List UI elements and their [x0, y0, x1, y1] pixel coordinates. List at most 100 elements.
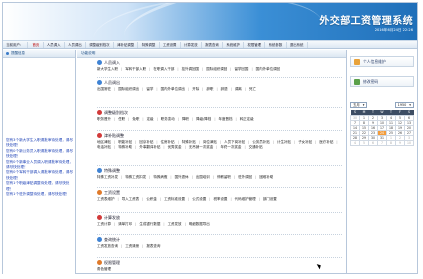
section-title[interactable]: 调整级别档次 — [97, 110, 343, 115]
function-link[interactable]: 降级/降档 — [196, 117, 215, 122]
nav-item-allowance[interactable]: 津补贴调整 — [114, 41, 139, 48]
function-link[interactable]: 角色管理 — [97, 267, 114, 272]
function-link[interactable]: 报表查询 — [146, 244, 163, 249]
function-link[interactable]: 军转干部入职 — [125, 67, 150, 72]
nav-item-grade-adjust[interactable]: 调整级别档次 — [86, 41, 114, 48]
function-link[interactable]: 定级 — [147, 117, 158, 122]
function-link[interactable]: 职务晋升 — [97, 117, 115, 122]
function-link[interactable]: 出国常驻 — [97, 87, 115, 92]
reminder-item[interactable]: 您有0个新公务员入职请批审待处理，请尽快处理！ — [6, 149, 74, 160]
nav-item-wage-settings[interactable]: 工资设置 — [160, 41, 181, 48]
change-password-button[interactable]: 修改密码 — [350, 76, 414, 87]
nav-item-permissions[interactable]: 权限管理 — [244, 41, 266, 48]
function-link[interactable]: 工资标准设置 — [164, 197, 189, 202]
function-link[interactable]: 子女补贴 — [298, 140, 316, 145]
section-title-text: 工资设置 — [104, 189, 120, 195]
function-link[interactable]: 生成银行数据 — [139, 222, 164, 227]
calendar-day[interactable]: 9 — [395, 139, 405, 146]
function-link[interactable]: 交通补贴 — [249, 145, 266, 150]
year-select[interactable]: 1950 ▾ — [394, 102, 414, 108]
function-link[interactable]: 导入工资表 — [122, 197, 144, 202]
function-link[interactable]: 优秀奖金 — [168, 145, 186, 150]
function-link[interactable]: 外事翻译补贴 — [139, 145, 164, 150]
function-link[interactable]: 年终一次奖金 — [220, 145, 245, 150]
function-link[interactable]: 驻外调回 — [238, 175, 256, 180]
function-link[interactable]: 困难补助 — [259, 175, 276, 180]
reminder-item[interactable]: 您有1个驻外调整待处理，请尽快处理！ — [6, 192, 74, 197]
function-link[interactable]: 停薪留职 — [217, 175, 235, 180]
function-link[interactable]: 代码维护管理 — [235, 197, 260, 202]
function-link[interactable]: 电话补贴 — [97, 145, 115, 150]
function-link[interactable]: 税率设置 — [213, 197, 231, 202]
nav-item-reports[interactable]: 报表查询 — [202, 41, 224, 48]
profile-button[interactable]: 个人信息维护 — [350, 56, 414, 67]
function-link[interactable]: 部门设置 — [263, 197, 280, 202]
function-link[interactable]: 新大学生入职 — [97, 67, 122, 72]
function-link[interactable]: 国际组织调出 — [118, 87, 143, 92]
function-link[interactable]: 年度晋档 — [219, 117, 237, 122]
function-link[interactable]: 特殊补助 — [118, 145, 136, 150]
function-link[interactable]: 出国培训 — [196, 175, 214, 180]
nav-item-transfer-in[interactable]: 人员调入 — [44, 41, 65, 48]
function-link[interactable]: 死亡 — [249, 87, 259, 92]
function-link[interactable]: 留学回国 — [234, 67, 252, 72]
nav-item-logout[interactable]: 退出系统 — [287, 41, 308, 48]
reminder-item[interactable]: 您有0个军转干部调入请批审待处理，请尽快处理！ — [6, 170, 74, 181]
calendar-day[interactable]: 4 — [350, 139, 360, 146]
function-link[interactable]: 公式设置 — [192, 197, 210, 202]
function-link[interactable]: 挂外调回国 — [182, 67, 204, 72]
section-title[interactable]: 工资设置 — [97, 190, 343, 195]
calendar-day[interactable]: 10 — [404, 139, 414, 146]
function-link[interactable]: 特殊病假 — [153, 175, 171, 180]
section-title[interactable]: 人员调入 — [97, 60, 343, 65]
function-link[interactable]: 工资发放查询 — [97, 244, 122, 249]
calendar-day[interactable]: 8 — [386, 139, 396, 146]
nav-item-special[interactable]: 特殊调整 — [138, 41, 160, 48]
function-link[interactable]: 计生补贴 — [277, 140, 295, 145]
function-link[interactable]: 特殊工资补发 — [97, 175, 122, 180]
function-link[interactable]: 公积金 — [146, 197, 161, 202]
function-link[interactable]: 工资清册 — [125, 244, 143, 249]
function-link[interactable]: 职务变动 — [161, 117, 179, 122]
nav-item-payout[interactable]: 计算发放 — [181, 41, 202, 48]
reminder-item[interactable]: 您有0个新事业人员调入职请批审待处理，请尽快处理！ — [6, 160, 74, 171]
function-link[interactable]: 特殊工资扣发 — [125, 175, 150, 180]
function-link[interactable]: 国际组织调回 — [206, 67, 231, 72]
month-select[interactable]: 五月 ▾ — [350, 102, 368, 108]
function-link[interactable]: 明细数据导出 — [189, 222, 213, 227]
function-link[interactable]: 工资发放 — [168, 222, 186, 227]
function-link[interactable]: 辞职 — [206, 87, 217, 92]
section-title[interactable]: 查询统计 — [97, 237, 343, 242]
function-link[interactable]: 辞退 — [221, 87, 232, 92]
nav-item-transfer-out[interactable]: 人员调出 — [65, 41, 86, 48]
function-link[interactable]: 留学 — [146, 87, 157, 92]
calendar-day[interactable]: 5 — [359, 139, 369, 146]
function-link[interactable]: 工资计算 — [97, 222, 115, 227]
section-title[interactable]: 特殊调整 — [97, 168, 343, 173]
function-link[interactable]: 调离 — [235, 87, 246, 92]
calendar-day[interactable]: 7 — [377, 139, 387, 146]
function-link[interactable]: 任职 — [118, 117, 129, 122]
function-link[interactable]: 工资表维护 — [97, 197, 119, 202]
calendar-day[interactable]: 6 — [368, 139, 378, 146]
function-link[interactable]: 国内外单位调回 — [256, 67, 284, 72]
function-link[interactable]: 医疗补贴 — [319, 140, 337, 145]
nav-item-maintenance[interactable]: 系统维护 — [223, 41, 245, 48]
function-link[interactable]: 免职 — [132, 117, 143, 122]
function-link[interactable]: 国外退休 — [175, 175, 193, 180]
section-title[interactable]: 权限管理 — [97, 260, 343, 265]
function-link[interactable]: 开除 — [192, 87, 203, 92]
function-link[interactable]: 国内外单位调出 — [161, 87, 190, 92]
reminder-item[interactable]: 您有1个职级津贴调整待处理，请尽快处理！ — [6, 181, 74, 192]
section-title[interactable]: 计算发放 — [97, 215, 343, 220]
nav-item-home[interactable]: 首页 — [28, 41, 44, 48]
nav-item-params[interactable]: 系统参数 — [265, 41, 287, 48]
section-title[interactable]: 人员调出 — [97, 80, 343, 85]
section-title[interactable]: 津补贴调整 — [97, 133, 343, 138]
function-link[interactable]: 降职 — [182, 117, 193, 122]
function-link[interactable]: 在职调入干部 — [153, 67, 178, 72]
reminder-item[interactable]: 您有3个新大学生入职请批审待处理，请尽快处理！ — [6, 138, 74, 149]
function-link[interactable]: 无吊销一次奖金 — [189, 145, 218, 150]
function-link[interactable]: 清单打印 — [118, 222, 136, 227]
function-link[interactable]: 转正定级 — [240, 117, 257, 122]
